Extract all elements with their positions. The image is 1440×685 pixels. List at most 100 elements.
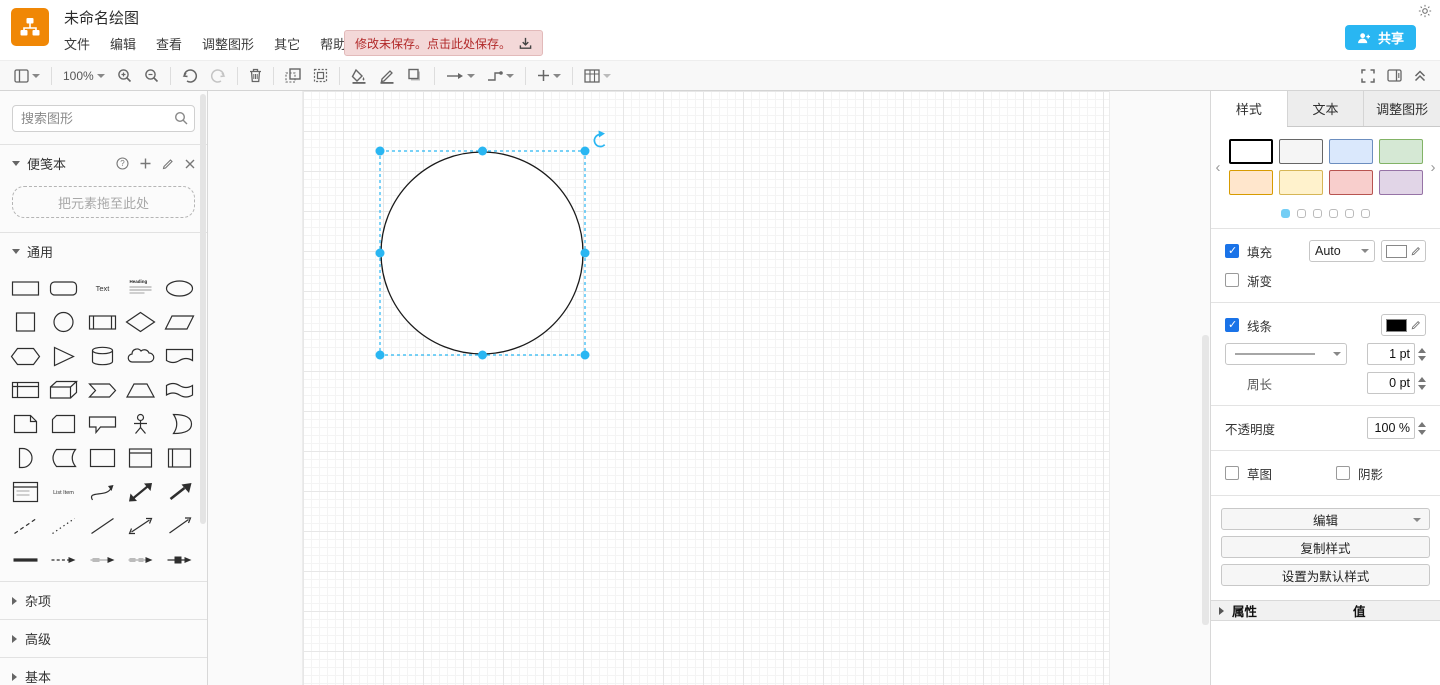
shape-and[interactable] — [8, 446, 42, 469]
shape-arrow-box[interactable] — [162, 548, 196, 571]
shape-parallelogram[interactable] — [162, 310, 196, 333]
fullscreen-button[interactable] — [1355, 64, 1381, 88]
fill-checkbox[interactable] — [1225, 244, 1239, 258]
line-width-stepper[interactable]: 1 pt — [1367, 343, 1426, 365]
decrement-icon[interactable] — [1418, 356, 1426, 361]
to-front-button[interactable] — [279, 64, 307, 88]
shape-triangle[interactable] — [47, 344, 81, 367]
close-icon[interactable] — [185, 159, 195, 169]
shape-hexagon[interactable] — [8, 344, 42, 367]
shape-directional-connector[interactable] — [162, 514, 196, 537]
properties-header[interactable]: 属性 值 — [1211, 600, 1440, 621]
canvas-vertical-scrollbar[interactable] — [1202, 335, 1209, 625]
shape-cloud[interactable] — [124, 344, 158, 367]
menu-item-1[interactable]: 编辑 — [110, 34, 136, 53]
shape-dotted-line[interactable] — [47, 514, 81, 537]
add-icon[interactable] — [140, 158, 151, 169]
sidebar-scrollbar[interactable] — [200, 94, 206, 524]
tab-arrange[interactable]: 调整图形 — [1363, 91, 1440, 126]
resize-handle-w[interactable] — [376, 249, 385, 258]
resize-handle-ne[interactable] — [581, 147, 590, 156]
fill-color-picker[interactable] — [1381, 240, 1426, 262]
shape-container[interactable] — [85, 446, 119, 469]
unsaved-changes-banner[interactable]: 修改未保存。点击此处保存。 — [344, 30, 543, 56]
menu-item-2[interactable]: 查看 — [156, 34, 182, 53]
swatch-page-dot-2[interactable] — [1313, 209, 1322, 218]
delete-button[interactable] — [243, 64, 268, 88]
resize-handle-n[interactable] — [478, 147, 487, 156]
line-style-select[interactable] — [1225, 343, 1347, 365]
shape-cylinder[interactable] — [85, 344, 119, 367]
menu-item-5[interactable]: 帮助 — [320, 34, 346, 53]
style-swatch-1[interactable] — [1279, 139, 1323, 164]
decrement-icon[interactable] — [1418, 385, 1426, 390]
tab-style[interactable]: 样式 — [1211, 91, 1287, 127]
shape-card[interactable] — [47, 412, 81, 435]
collapse-toolbar-button[interactable] — [1408, 64, 1432, 88]
connection-style-dropdown[interactable] — [440, 64, 481, 88]
waypoint-style-dropdown[interactable] — [481, 64, 520, 88]
menu-item-0[interactable]: 文件 — [64, 34, 90, 53]
line-checkbox[interactable] — [1225, 318, 1239, 332]
increment-icon[interactable] — [1418, 422, 1426, 427]
fill-mode-select[interactable]: Auto — [1309, 240, 1375, 262]
resize-handle-nw[interactable] — [376, 147, 385, 156]
increment-icon[interactable] — [1418, 377, 1426, 382]
shape-square[interactable] — [8, 310, 42, 333]
shape-vertical-container[interactable] — [124, 446, 158, 469]
section-general-header[interactable]: 通用 — [0, 232, 207, 270]
tab-text[interactable]: 文本 — [1287, 91, 1364, 126]
shape-arrow-label[interactable] — [85, 548, 119, 571]
style-swatch-7[interactable] — [1379, 170, 1423, 195]
redo-button[interactable] — [204, 64, 232, 88]
shape-arrow[interactable] — [162, 480, 196, 503]
swatch-page-dot-0[interactable] — [1281, 209, 1290, 218]
style-swatch-3[interactable] — [1379, 139, 1423, 164]
swatch-page-dot-3[interactable] — [1329, 209, 1338, 218]
gradient-checkbox[interactable] — [1225, 273, 1239, 287]
undo-button[interactable] — [176, 64, 204, 88]
toggle-format-panel-button[interactable] — [1381, 64, 1408, 88]
shadow-button[interactable] — [401, 64, 429, 88]
shape-line[interactable] — [85, 514, 119, 537]
insert-dropdown[interactable] — [531, 64, 567, 88]
section-collapsed-0[interactable]: 杂项 — [0, 581, 207, 619]
zoom-level-dropdown[interactable]: 100% — [57, 64, 111, 88]
shape-note[interactable] — [8, 412, 42, 435]
shape-dashed-line[interactable] — [8, 514, 42, 537]
drawing-canvas[interactable] — [208, 91, 1210, 685]
shape-horizontal-container[interactable] — [162, 446, 196, 469]
scratchpad-header[interactable]: 便笺本 ? — [0, 144, 207, 182]
swatch-page-dot-5[interactable] — [1361, 209, 1370, 218]
shape-callout[interactable] — [85, 412, 119, 435]
line-color-button[interactable] — [373, 64, 401, 88]
resize-handle-e[interactable] — [581, 249, 590, 258]
table-dropdown[interactable] — [578, 64, 617, 88]
perimeter-stepper[interactable]: 0 pt — [1367, 372, 1426, 394]
section-collapsed-2[interactable]: 基本 — [0, 657, 207, 685]
search-shapes-input[interactable] — [12, 105, 195, 132]
shape-list-item[interactable]: List Item — [47, 480, 81, 503]
line-color-picker[interactable] — [1381, 314, 1426, 336]
scratchpad-drop-area[interactable]: 把元素拖至此处 — [12, 186, 195, 218]
style-swatch-2[interactable] — [1329, 139, 1373, 164]
sketch-checkbox[interactable] — [1225, 466, 1239, 480]
edit-style-button[interactable]: 编辑 — [1221, 508, 1430, 530]
help-icon[interactable]: ? — [116, 157, 129, 170]
ellipse-shape[interactable] — [381, 152, 583, 354]
shape-step[interactable] — [85, 378, 119, 401]
zoom-in-button[interactable] — [111, 64, 138, 88]
resize-handle-s[interactable] — [478, 351, 487, 360]
increment-icon[interactable] — [1418, 348, 1426, 353]
menu-item-3[interactable]: 调整图形 — [202, 34, 254, 53]
opacity-value[interactable]: 100 % — [1367, 417, 1415, 439]
style-swatch-0[interactable] — [1229, 139, 1273, 164]
shape-curve[interactable] — [85, 480, 119, 503]
shape-actor[interactable] — [124, 412, 158, 435]
shape-arrow-label2[interactable] — [124, 548, 158, 571]
shape-data-storage[interactable] — [47, 446, 81, 469]
to-back-button[interactable] — [307, 64, 334, 88]
resize-handle-sw[interactable] — [376, 351, 385, 360]
shape-tape[interactable] — [162, 378, 196, 401]
shape-rectangle[interactable] — [8, 276, 42, 299]
